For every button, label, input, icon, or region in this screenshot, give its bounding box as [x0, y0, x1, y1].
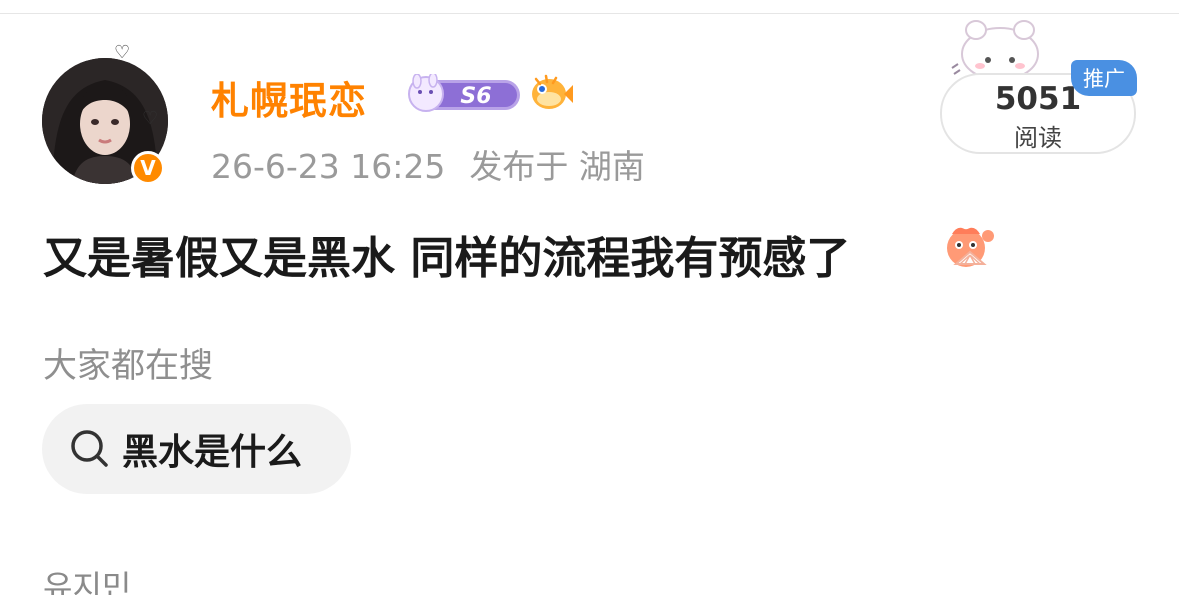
level-label: S6 [460, 84, 491, 109]
weibo-post-card: ♡ ♡ V 札幌珉恋 S6 26-6-23 16:25 发布于 湖南 5051 … [0, 0, 1179, 595]
divider [0, 13, 1179, 14]
bunny-level-badge-icon[interactable]: S6 [406, 74, 522, 114]
heart-decoration-icon: ♡ [114, 42, 131, 63]
search-suggestion-chip[interactable]: 黑水是什么 [42, 404, 351, 494]
ad-tag: 推广 [1071, 60, 1137, 96]
post-content[interactable]: 又是暑假又是黑水 同样的流程我有预感了 [43, 222, 850, 286]
shy-fan-emoji-icon [947, 227, 994, 267]
search-icon [71, 430, 108, 467]
bunny-decoration-icon [951, 20, 1039, 78]
post-timestamp: 26-6-23 16:25 [211, 147, 446, 186]
pufferfish-icon[interactable] [528, 72, 574, 114]
next-post-author[interactable]: 유지민 [43, 562, 131, 595]
search-suggestion-label: 黑水是什么 [122, 432, 303, 473]
verified-badge-icon: V [131, 151, 165, 185]
post-meta: 26-6-23 16:25 发布于 湖南 [211, 140, 645, 188]
heart-decoration-icon: ♡ [142, 108, 159, 129]
author-name[interactable]: 札幌珉恋 [211, 70, 367, 125]
post-location: 发布于 湖南 [469, 147, 645, 186]
read-label: 阅读 [1014, 124, 1062, 152]
search-heading: 大家都在搜 [43, 346, 213, 386]
